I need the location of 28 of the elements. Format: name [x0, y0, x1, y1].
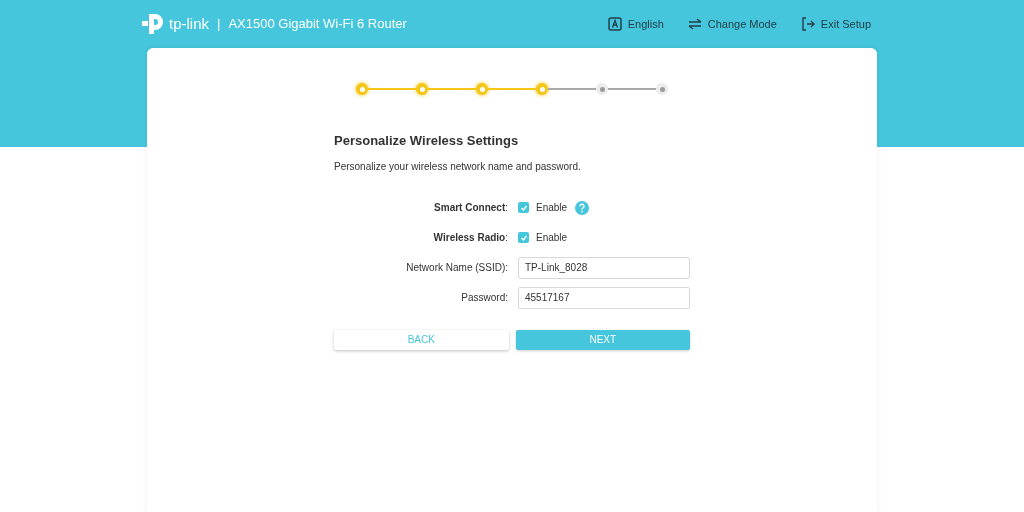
checkbox[interactable] [518, 202, 529, 213]
field-label: Wireless Radio: [432, 231, 509, 245]
language-icon [607, 17, 622, 31]
text-field[interactable]: 45517167 [518, 286, 690, 309]
field-label: Smart Connect: [433, 201, 509, 215]
section-subtitle: Personalize your wireless network name and password. [334, 159, 582, 174]
field-label: Password: [460, 291, 509, 305]
logo-icon [141, 12, 165, 36]
checkbox[interactable] [518, 232, 529, 243]
swap-icon [687, 18, 702, 30]
header-link[interactable]: English [607, 15, 664, 33]
header-link[interactable]: Change Mode [687, 15, 777, 33]
separator: | [217, 15, 221, 34]
section-title: Personalize Wireless Settings [334, 132, 520, 150]
field-label: Network Name (SSID): [405, 261, 509, 275]
brand-name: tp-link [169, 13, 209, 34]
text-field[interactable]: TP-Link_8028 [518, 256, 690, 279]
exit-icon [800, 17, 815, 31]
header-link[interactable]: Exit Setup [800, 15, 871, 33]
help-icon[interactable] [575, 200, 590, 215]
step-connector [608, 88, 656, 90]
checkbox-label: Enable [536, 201, 568, 215]
step-connector [488, 88, 536, 90]
checkbox-label: Enable [536, 231, 568, 245]
step-connector [548, 88, 596, 90]
step-connector [428, 88, 476, 90]
product-title: AX1500 Gigabit Wi-Fi 6 Router [228, 15, 407, 34]
step-connector [368, 88, 416, 90]
